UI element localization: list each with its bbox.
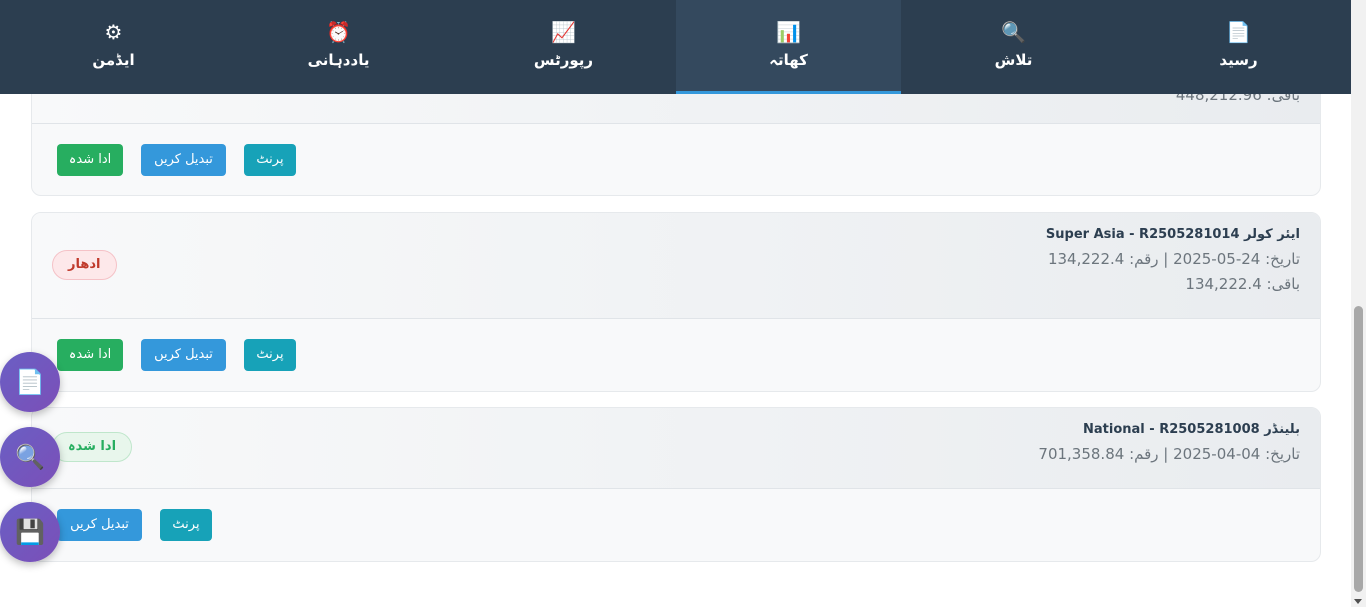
card-actions: پرنٹ تبدیل کریں	[32, 488, 1320, 561]
card-header: ایئر کولر Super Asia - R2505281014 تاریخ…	[32, 213, 1320, 319]
convert-button[interactable]: تبدیل کریں	[141, 144, 226, 176]
date-amount-text: تاریخ: 04-04-2025 | رقم: 701,358.84	[1038, 445, 1300, 463]
nav-tab-admin[interactable]: ⚙ ایڈمن	[1, 0, 226, 94]
alarm-clock-icon: ⏰	[326, 20, 351, 44]
nav-tab-label: تلاش	[994, 51, 1033, 69]
nav-tab-label: رسید	[1219, 51, 1258, 69]
ledger-card: ایئر کولر Super Asia - R2505281014 تاریخ…	[31, 212, 1321, 392]
nav-tab-search[interactable]: 🔍 تلاش	[901, 0, 1126, 94]
receipt-icon: 📄	[1226, 20, 1251, 44]
nav-tab-label: کھاتہ	[769, 51, 808, 69]
search-icon: 🔍	[15, 443, 45, 471]
new-receipt-fab[interactable]: 📄	[0, 352, 60, 412]
card-header: بلینڈر National - R2505281008 تاریخ: 04-…	[32, 408, 1320, 489]
trend-chart-icon: 📈	[551, 20, 576, 44]
save-fab[interactable]: 💾	[0, 502, 60, 562]
search-icon: 🔍	[1001, 20, 1026, 44]
print-button[interactable]: پرنٹ	[244, 144, 296, 176]
convert-button[interactable]: تبدیل کریں	[141, 339, 226, 371]
status-badge: ادھار	[52, 250, 117, 280]
mark-paid-button[interactable]: ادا شدہ	[57, 144, 123, 176]
nav-tab-label: یاددہانی	[307, 51, 370, 69]
gear-icon: ⚙	[104, 20, 123, 44]
bar-chart-icon: 📊	[776, 20, 801, 44]
print-button[interactable]: پرنٹ	[160, 509, 212, 541]
print-button[interactable]: پرنٹ	[244, 339, 296, 371]
card-actions: پرنٹ تبدیل کریں ادا شدہ	[32, 123, 1320, 195]
top-navigation: 📄 رسید 🔍 تلاش 📊 کھاتہ 📈 رپورٹس ⏰ یاددہان…	[0, 0, 1351, 94]
nav-tab-reminders[interactable]: ⏰ یاددہانی	[226, 0, 451, 94]
status-badge: ادا شدہ	[52, 432, 133, 462]
save-icon: 💾	[15, 518, 45, 546]
scroll-down-arrow-icon[interactable]	[1354, 599, 1362, 604]
item-title: بلینڈر National - R2505281008	[1083, 422, 1300, 437]
date-amount-text: تاریخ: 24-05-2025 | رقم: 134,222.4	[1047, 250, 1300, 268]
page-scrollbar[interactable]	[1351, 0, 1366, 607]
nav-tab-label: ایڈمن	[92, 51, 135, 69]
nav-tab-ledger[interactable]: 📊 کھاتہ	[676, 0, 901, 94]
scrollbar-thumb[interactable]	[1354, 306, 1363, 592]
balance-text: باقی: 134,222.4	[1185, 275, 1300, 293]
item-title: ایئر کولر Super Asia - R2505281014	[1045, 227, 1300, 242]
nav-tab-label: رپورٹس	[533, 51, 594, 69]
ledger-card: بلینڈر National - R2505281008 تاریخ: 04-…	[31, 407, 1321, 562]
nav-tab-receipt[interactable]: 📄 رسید	[1126, 0, 1351, 94]
nav-tab-reports[interactable]: 📈 رپورٹس	[451, 0, 676, 94]
mark-paid-button[interactable]: ادا شدہ	[57, 339, 123, 371]
document-icon: 📄	[15, 368, 45, 396]
search-fab[interactable]: 🔍	[0, 427, 60, 487]
convert-button[interactable]: تبدیل کریں	[57, 509, 142, 541]
card-actions: پرنٹ تبدیل کریں ادا شدہ	[32, 318, 1320, 391]
